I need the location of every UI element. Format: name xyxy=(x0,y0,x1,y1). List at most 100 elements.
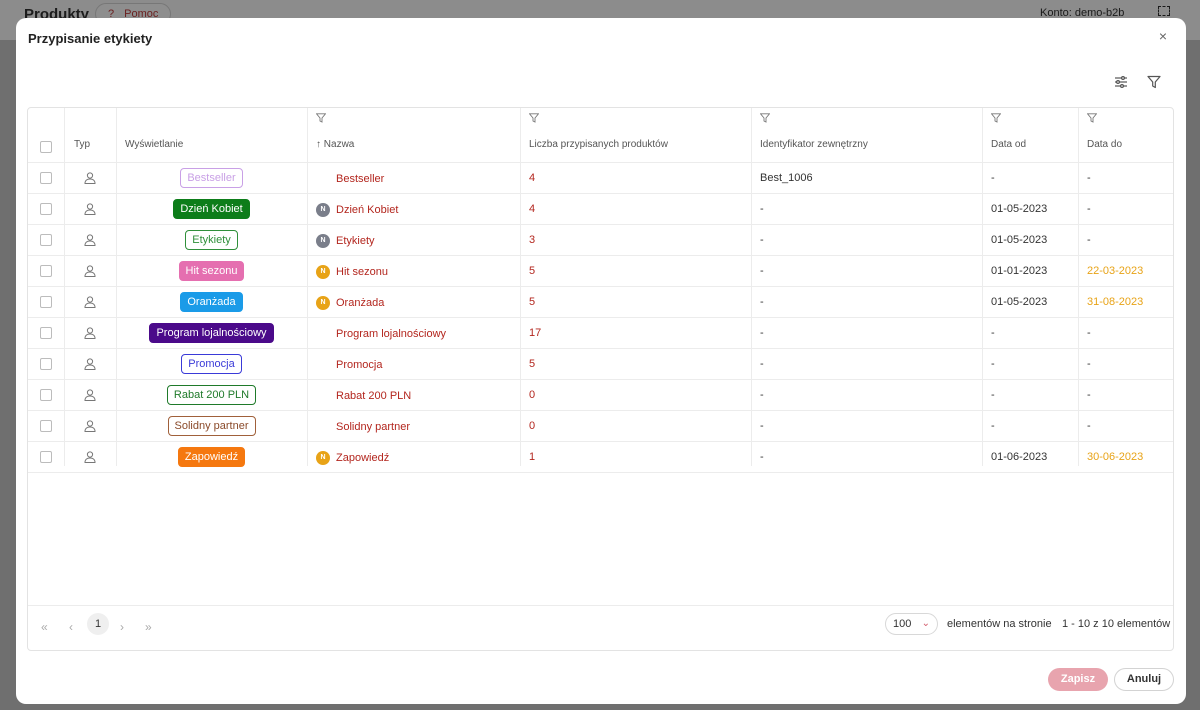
prev-page-icon[interactable]: ‹ xyxy=(69,620,73,634)
next-page-icon[interactable]: › xyxy=(120,620,124,634)
label-name: Dzień Kobiet xyxy=(336,203,399,216)
cancel-button[interactable]: Anuluj xyxy=(1114,668,1174,691)
label-preview-cell: Promocja xyxy=(116,354,307,374)
select-all-checkbox[interactable] xyxy=(40,141,52,153)
column-external-id[interactable]: Identyfikator zewnętrzny xyxy=(760,139,868,150)
label-badge: Hit sezonu xyxy=(178,261,245,281)
label-badge: Bestseller xyxy=(180,168,243,188)
column-date-to[interactable]: Data do xyxy=(1087,139,1122,150)
filter-icon[interactable] xyxy=(991,113,1001,123)
label-name: Oranżada xyxy=(336,296,385,309)
label-name: Solidny partner xyxy=(336,420,410,433)
user-icon xyxy=(83,357,97,371)
label-name-cell[interactable]: N Hit sezonu xyxy=(316,256,388,287)
column-display[interactable]: Wyświetlanie xyxy=(125,139,183,150)
label-name: Etykiety xyxy=(336,234,375,247)
date-to: - xyxy=(1087,389,1091,401)
label-name-cell[interactable]: N Oranżada xyxy=(316,287,384,318)
column-divider xyxy=(1173,108,1174,466)
label-name: Zapowiedź xyxy=(336,451,390,464)
column-typ[interactable]: Typ xyxy=(74,139,90,150)
table-row[interactable]: Zapowiedź N Zapowiedź 1 - 01-06-2023 30-06-202… xyxy=(28,442,1173,473)
external-id: - xyxy=(760,451,764,463)
label-preview-cell: Oranżada xyxy=(116,292,307,312)
user-icon xyxy=(83,326,97,340)
new-indicator-icon xyxy=(316,327,330,341)
assigned-count: 5 xyxy=(529,296,536,308)
close-icon[interactable]: × xyxy=(1156,29,1170,43)
column-count[interactable]: Liczba przypisanych produktów xyxy=(529,139,668,150)
label-preview-cell: Dzień Kobiet xyxy=(116,199,307,219)
table-row[interactable]: Solidny partner Solidny partner 0 - - - xyxy=(28,411,1173,442)
last-page-icon[interactable]: » xyxy=(145,620,152,634)
label-badge: Rabat 200 PLN xyxy=(166,385,257,405)
filter-icon[interactable] xyxy=(1145,73,1163,91)
column-date-from[interactable]: Data od xyxy=(991,139,1026,150)
table-row[interactable]: Bestseller Bestseller 4 Best_1006 - - xyxy=(28,163,1173,194)
first-page-icon[interactable]: « xyxy=(41,620,48,634)
table-row[interactable]: Promocja Promocja 5 - - - xyxy=(28,349,1173,380)
table-row[interactable]: Hit sezonu N Hit sezonu 5 - 01-01-2023 22-03-2… xyxy=(28,256,1173,287)
label-name-cell[interactable]: N Zapowiedź xyxy=(316,442,389,473)
filter-icon[interactable] xyxy=(529,113,539,123)
label-name-cell[interactable]: Program lojalnościowy xyxy=(316,318,446,349)
date-from: 01-01-2023 xyxy=(991,265,1048,277)
assigned-count: 0 xyxy=(529,420,536,432)
date-from: 01-05-2023 xyxy=(991,203,1048,215)
table-row[interactable]: Rabat 200 PLN Rabat 200 PLN 0 - - - xyxy=(28,380,1173,411)
table-row[interactable]: Oranżada N Oranżada 5 - 01-05-2023 31-08-2023 xyxy=(28,287,1173,318)
table-row[interactable]: Etykiety N Etykiety 3 - 01-05-2023 - xyxy=(28,225,1173,256)
sort-asc-icon: ↑ xyxy=(316,139,321,150)
filter-icon[interactable] xyxy=(1087,113,1097,123)
label-name: Rabat 200 PLN xyxy=(336,389,412,402)
row-checkbox[interactable] xyxy=(40,234,52,246)
user-icon xyxy=(83,202,97,216)
new-indicator-icon: N xyxy=(316,233,330,248)
row-checkbox[interactable] xyxy=(40,451,52,463)
row-checkbox[interactable] xyxy=(40,327,52,339)
external-id: - xyxy=(760,265,764,277)
label-name-cell[interactable]: N Etykiety xyxy=(316,225,375,256)
row-checkbox[interactable] xyxy=(40,389,52,401)
column-name-label: Nazwa xyxy=(323,139,355,150)
save-button[interactable]: Zapisz xyxy=(1048,668,1108,691)
pagination: « ‹ 1 › » 100 ⌄ elementów na stronie 1 -… xyxy=(28,605,1173,650)
row-checkbox[interactable] xyxy=(40,265,52,277)
page-size-value: 100 xyxy=(893,618,912,630)
label-name-cell[interactable]: Solidny partner xyxy=(316,411,410,442)
table-row[interactable]: Dzień Kobiet N Dzień Kobiet 4 - 01-05-2023 - xyxy=(28,194,1173,225)
filter-icon[interactable] xyxy=(316,113,326,123)
row-checkbox[interactable] xyxy=(40,358,52,370)
label-name-cell[interactable]: Rabat 200 PLN xyxy=(316,380,411,411)
label-preview-cell: Zapowiedź xyxy=(116,447,307,467)
row-checkbox[interactable] xyxy=(40,172,52,184)
assigned-count: 4 xyxy=(529,172,536,184)
date-to: - xyxy=(1087,172,1091,184)
per-page-label: elementów na stronie xyxy=(947,618,1052,630)
external-id: - xyxy=(760,358,764,370)
label-name-cell[interactable]: N Dzień Kobiet xyxy=(316,194,398,225)
label-preview-cell: Solidny partner xyxy=(116,416,307,436)
scan-icon[interactable] xyxy=(1158,6,1170,16)
labels-table: Typ Wyświetlanie ↑ Nazwa Liczba przypisa… xyxy=(27,107,1174,651)
label-name-cell[interactable]: Bestseller xyxy=(316,163,384,194)
row-checkbox[interactable] xyxy=(40,203,52,215)
date-from: - xyxy=(991,172,995,184)
current-page[interactable]: 1 xyxy=(87,613,109,635)
date-to: 30-06-2023 xyxy=(1087,451,1144,463)
table-row[interactable]: Program lojalnościowy Program lojalnościo… xyxy=(28,318,1173,349)
date-from: - xyxy=(991,420,995,432)
settings-sliders-icon[interactable] xyxy=(1112,73,1130,91)
row-checkbox[interactable] xyxy=(40,420,52,432)
filter-icon[interactable] xyxy=(760,113,770,123)
date-to: - xyxy=(1087,234,1091,246)
date-to: - xyxy=(1087,420,1091,432)
new-indicator-icon: N xyxy=(316,295,330,310)
column-name[interactable]: ↑ Nazwa xyxy=(316,139,354,150)
page-size-select[interactable]: 100 ⌄ xyxy=(885,613,938,635)
user-icon xyxy=(83,450,97,464)
date-to: - xyxy=(1087,203,1091,215)
label-badge: Solidny partner xyxy=(167,416,256,436)
label-name-cell[interactable]: Promocja xyxy=(316,349,382,380)
row-checkbox[interactable] xyxy=(40,296,52,308)
